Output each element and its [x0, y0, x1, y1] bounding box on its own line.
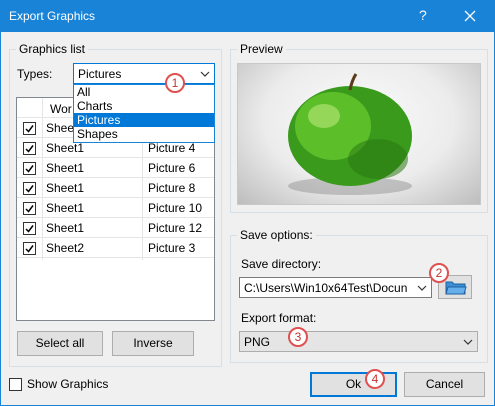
close-icon [464, 10, 476, 22]
table-row[interactable]: Sheet1 Picture 8 [17, 178, 214, 198]
checkmark-icon [25, 165, 34, 173]
row-sheet: Sheet2 [46, 241, 85, 255]
checkmark-icon [25, 205, 34, 213]
step-badge-4: 4 [365, 369, 385, 389]
types-option-charts[interactable]: Charts [74, 99, 214, 113]
row-checkbox[interactable] [23, 162, 36, 175]
row-picture: Picture 12 [148, 221, 203, 235]
chevron-down-icon [417, 282, 427, 296]
row-picture: Picture 6 [148, 161, 196, 175]
save-directory-value: C:\Users\Win10x64Test\Docun [244, 281, 408, 295]
chevron-down-icon [200, 68, 210, 82]
table-row[interactable]: Sheet1 Picture 12 [17, 218, 214, 238]
inverse-button[interactable]: Inverse [112, 331, 194, 356]
types-dropdown-list: All Charts Pictures Shapes [73, 84, 215, 143]
checkmark-icon [25, 125, 34, 133]
export-format-value: PNG [244, 335, 271, 349]
row-sheet: Sheet1 [46, 161, 85, 175]
types-selected-value: Pictures [78, 67, 122, 81]
row-sheet: Sheet1 [46, 141, 85, 155]
cancel-button[interactable]: Cancel [404, 372, 485, 397]
types-combobox[interactable]: Pictures [73, 63, 215, 84]
row-checkbox[interactable] [23, 222, 36, 235]
window-title: Export Graphics [9, 9, 96, 23]
row-checkbox[interactable] [23, 202, 36, 215]
row-picture: Picture 4 [148, 141, 196, 155]
save-directory-label: Save directory: [241, 257, 322, 271]
types-option-pictures[interactable]: Pictures [74, 113, 214, 127]
close-button[interactable] [449, 1, 494, 32]
table-row[interactable]: Sheet1 Picture 6 [17, 158, 214, 178]
export-format-combobox[interactable]: PNG [239, 331, 478, 352]
row-picture: Picture 10 [148, 201, 203, 215]
row-picture: Picture 8 [148, 181, 196, 195]
preview-legend: Preview [237, 42, 286, 56]
chevron-down-icon [463, 336, 473, 350]
row-checkbox[interactable] [23, 142, 36, 155]
types-label: Types: [17, 67, 53, 81]
select-all-button[interactable]: Select all [17, 331, 103, 356]
checkmark-icon [25, 145, 34, 153]
row-sheet: Sheet1 [46, 201, 85, 215]
show-graphics-label[interactable]: Show Graphics [27, 377, 108, 391]
row-checkbox[interactable] [23, 182, 36, 195]
step-badge-3: 3 [288, 327, 308, 347]
save-options-legend: Save options: [237, 228, 316, 242]
graphics-list-legend: Graphics list [16, 42, 89, 56]
step-badge-1: 1 [165, 73, 185, 93]
row-picture: Picture 3 [148, 241, 196, 255]
checkmark-icon [25, 245, 34, 253]
row-sheet: Sheet1 [46, 181, 85, 195]
show-graphics-checkbox[interactable] [9, 378, 22, 391]
preview-image [237, 63, 481, 205]
types-option-shapes[interactable]: Shapes [74, 127, 214, 141]
types-option-all[interactable]: All [74, 85, 214, 99]
title-bar: Export Graphics ? [1, 1, 494, 32]
export-format-label: Export format: [241, 311, 317, 325]
table-row[interactable]: Sheet2 Picture 3 [17, 238, 214, 258]
export-graphics-dialog: Export Graphics ? Graphics list Types: P… [0, 0, 495, 406]
help-button[interactable]: ? [419, 7, 427, 23]
checkmark-icon [25, 225, 34, 233]
checkmark-icon [25, 185, 34, 193]
green-apple-image [288, 73, 412, 195]
row-checkbox[interactable] [23, 242, 36, 255]
row-checkbox[interactable] [23, 122, 36, 135]
folder-icon [445, 281, 467, 295]
column-header-workbook[interactable]: Wor [50, 102, 72, 116]
table-row[interactable]: Sheet1 Picture 10 [17, 198, 214, 218]
step-badge-2: 2 [429, 263, 449, 283]
row-sheet: Sheet1 [46, 221, 85, 235]
save-directory-combobox[interactable]: C:\Users\Win10x64Test\Docun [239, 277, 432, 298]
